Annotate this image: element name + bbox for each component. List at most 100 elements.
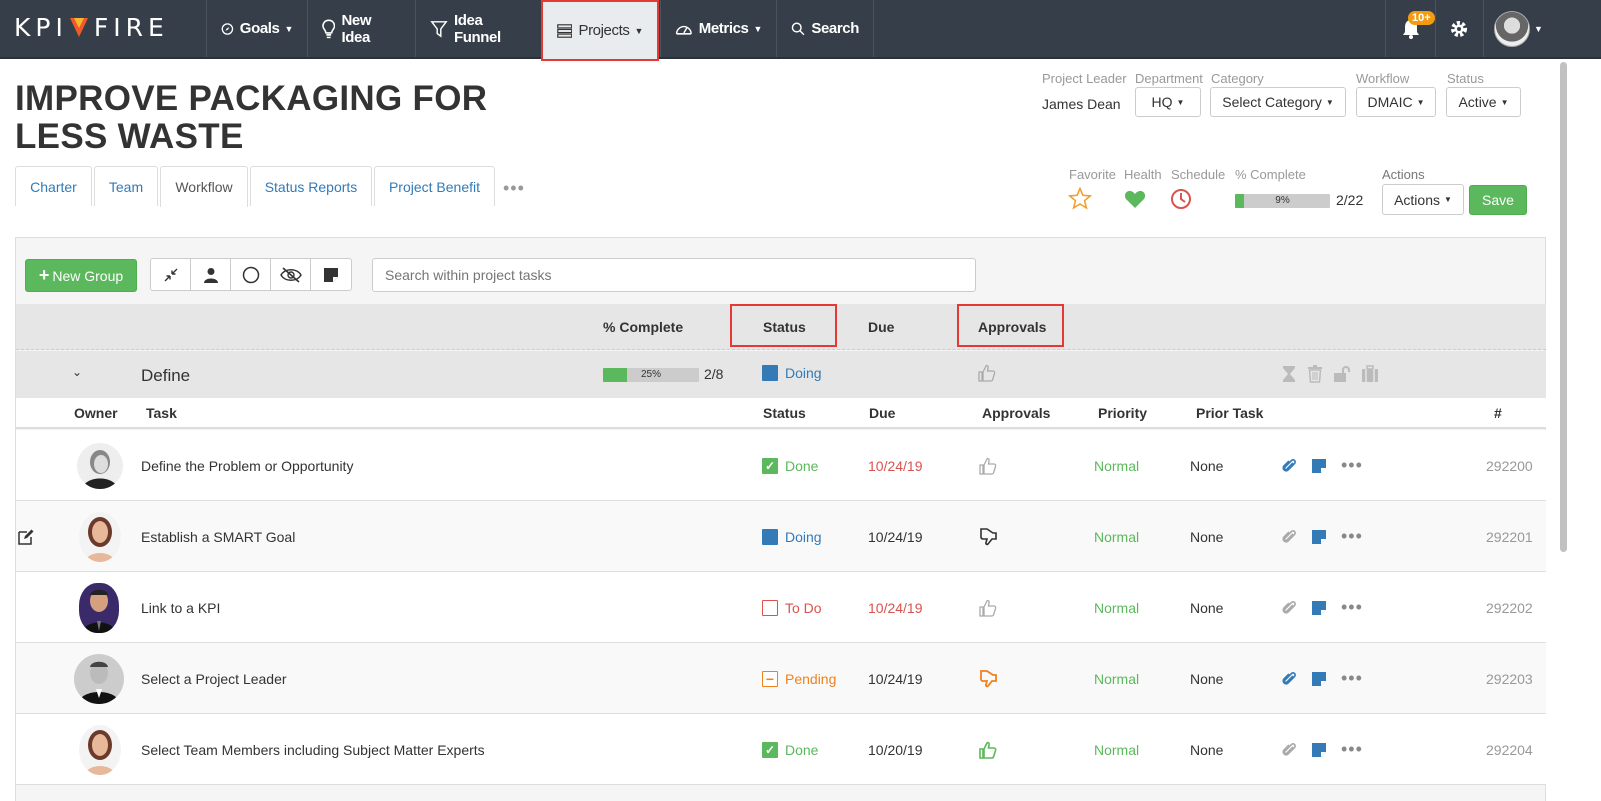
collapse-button[interactable]	[151, 259, 191, 290]
task-due[interactable]: 10/24/19	[868, 430, 923, 501]
user-menu[interactable]: ▼	[1483, 0, 1553, 57]
thumbs-up-icon[interactable]	[977, 363, 997, 383]
thumbs-up-icon[interactable]	[978, 456, 998, 476]
thumbs-up-icon[interactable]	[978, 740, 998, 760]
col-owner[interactable]: Owner	[74, 405, 118, 421]
new-group-button[interactable]: + New Group	[25, 259, 137, 292]
my-tasks-button[interactable]	[191, 259, 231, 290]
sticky-note-icon[interactable]	[1311, 742, 1327, 758]
task-priority[interactable]: Normal	[1094, 714, 1139, 785]
task-priority[interactable]: Normal	[1094, 572, 1139, 643]
tab-workflow[interactable]: Workflow	[160, 166, 248, 207]
tab-charter[interactable]: Charter	[15, 166, 92, 206]
col-task-status[interactable]: Status	[763, 405, 806, 421]
unlock-icon[interactable]	[1333, 365, 1351, 383]
table-row[interactable]: Define the Problem or Opportunity ✓ Done …	[16, 430, 1546, 501]
chevron-down-icon[interactable]: ⌄	[72, 365, 82, 379]
task-status[interactable]: ✓ Done	[762, 430, 818, 501]
more-options-icon[interactable]: •••	[1341, 597, 1363, 618]
briefcase-icon[interactable]	[1361, 365, 1379, 383]
thumbs-sideways-icon[interactable]	[978, 527, 998, 547]
avatar[interactable]	[79, 724, 121, 775]
task-status[interactable]: To Do	[762, 572, 822, 643]
group-status[interactable]: Doing	[762, 365, 822, 381]
workflow-dropdown[interactable]: DMAIC ▼	[1356, 87, 1436, 117]
task-name[interactable]: Select a Project Leader	[141, 643, 287, 714]
table-row[interactable]: Select a Project Leader − Pending 10/24/1…	[16, 643, 1546, 714]
edit-icon[interactable]	[18, 529, 34, 545]
table-row[interactable]: Select Team Members including Subject Ma…	[16, 714, 1546, 785]
more-options-icon[interactable]: •••	[1341, 668, 1363, 689]
notifications-button[interactable]: 10+	[1385, 0, 1435, 57]
task-prior[interactable]: None	[1190, 572, 1223, 643]
group-name[interactable]: Define	[141, 366, 190, 386]
task-prior[interactable]: None	[1190, 501, 1223, 572]
category-dropdown[interactable]: Select Category ▼	[1210, 87, 1346, 117]
task-due[interactable]: 10/24/19	[868, 643, 923, 714]
avatar[interactable]	[74, 653, 124, 704]
col-due[interactable]: Due	[868, 319, 894, 335]
col-priority[interactable]: Priority	[1098, 405, 1147, 421]
avatar[interactable]	[79, 511, 121, 562]
trash-icon[interactable]	[1307, 365, 1323, 383]
task-prior[interactable]: None	[1190, 714, 1223, 785]
nav-new-idea[interactable]: New Idea	[307, 0, 415, 57]
task-prior[interactable]: None	[1190, 643, 1223, 714]
actions-dropdown[interactable]: Actions ▼	[1382, 184, 1464, 215]
paperclip-icon[interactable]	[1281, 599, 1297, 617]
more-options-icon[interactable]: •••	[1341, 455, 1363, 476]
save-button[interactable]: Save	[1469, 185, 1527, 215]
avatar[interactable]	[79, 582, 119, 633]
tab-team[interactable]: Team	[94, 166, 158, 206]
settings-button[interactable]	[1435, 0, 1481, 57]
task-search-input[interactable]	[372, 258, 976, 292]
table-row[interactable]: Link to a KPI To Do 10/24/19 Normal None…	[16, 572, 1546, 643]
status-dropdown[interactable]: Active ▼	[1446, 87, 1521, 117]
tab-status-reports[interactable]: Status Reports	[250, 166, 372, 206]
paperclip-icon[interactable]	[1281, 457, 1297, 475]
circle-filter-button[interactable]	[231, 259, 271, 290]
sticky-note-icon[interactable]	[1311, 529, 1327, 545]
page-scrollbar[interactable]	[1560, 62, 1567, 552]
col-prior-task[interactable]: Prior Task	[1196, 405, 1263, 421]
sticky-note-icon[interactable]	[1311, 458, 1327, 474]
more-options-icon[interactable]: •••	[1341, 739, 1363, 760]
department-dropdown[interactable]: HQ ▼	[1135, 87, 1201, 117]
nav-search[interactable]: Search	[776, 0, 874, 57]
hourglass-icon[interactable]	[1281, 365, 1297, 383]
paperclip-icon[interactable]	[1281, 528, 1297, 546]
sticky-note-icon[interactable]	[1311, 671, 1327, 687]
task-priority[interactable]: Normal	[1094, 643, 1139, 714]
nav-idea-funnel[interactable]: Idea Funnel	[415, 0, 539, 57]
task-due[interactable]: 10/24/19	[868, 572, 923, 643]
task-status[interactable]: Doing	[762, 501, 822, 572]
paperclip-icon[interactable]	[1281, 670, 1297, 688]
col-percent-complete[interactable]: % Complete	[603, 319, 683, 335]
thumbs-right-icon[interactable]	[978, 669, 998, 689]
nav-projects[interactable]: Projects ▼	[541, 0, 659, 61]
hide-completed-button[interactable]	[271, 259, 311, 290]
avatar[interactable]	[77, 442, 123, 489]
task-priority[interactable]: Normal	[1094, 430, 1139, 501]
task-priority[interactable]: Normal	[1094, 501, 1139, 572]
col-task[interactable]: Task	[146, 405, 177, 421]
col-number[interactable]: #	[1494, 405, 1502, 421]
sticky-note-icon[interactable]	[1311, 600, 1327, 616]
task-due[interactable]: 10/24/19	[868, 501, 923, 572]
notes-button[interactable]	[311, 259, 351, 290]
task-due[interactable]: 10/20/19	[868, 714, 923, 785]
task-name[interactable]: Establish a SMART Goal	[141, 501, 295, 572]
task-name[interactable]: Link to a KPI	[141, 572, 220, 643]
nav-metrics[interactable]: Metrics ▼	[660, 0, 776, 57]
tab-project-benefit[interactable]: Project Benefit	[374, 166, 495, 206]
table-row[interactable]: Establish a SMART Goal Doing 10/24/19 No…	[16, 501, 1546, 572]
kpifire-logo[interactable]: KPI FIRE	[14, 13, 169, 42]
more-options-icon[interactable]: •••	[1341, 526, 1363, 547]
task-status[interactable]: ✓ Done	[762, 714, 818, 785]
more-tabs-icon[interactable]: •••	[503, 178, 525, 199]
col-task-approvals[interactable]: Approvals	[982, 405, 1050, 421]
task-name[interactable]: Define the Problem or Opportunity	[141, 430, 353, 501]
task-prior[interactable]: None	[1190, 430, 1223, 501]
star-icon[interactable]	[1068, 187, 1092, 210]
task-name[interactable]: Select Team Members including Subject Ma…	[141, 714, 485, 785]
